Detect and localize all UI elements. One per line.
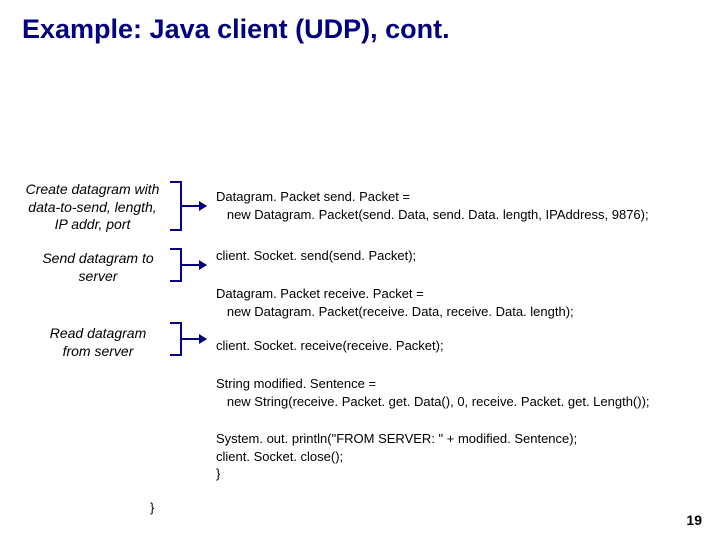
annotation-create-datagram: Create datagram with data-to-send, lengt… bbox=[20, 181, 165, 234]
arrow-right-icon bbox=[182, 338, 206, 340]
code-block-2: client. Socket. send(send. Packet); bbox=[216, 247, 416, 265]
code-block-3: Datagram. Packet receive. Packet = new D… bbox=[216, 285, 574, 320]
annotation-send-datagram: Send datagram to server bbox=[38, 250, 158, 285]
code-block-6: System. out. println("FROM SERVER: " + m… bbox=[216, 430, 577, 483]
slide-title: Example: Java client (UDP), cont. bbox=[0, 0, 720, 45]
page-number: 19 bbox=[686, 512, 702, 528]
bracket-icon bbox=[168, 322, 182, 356]
code-block-1: Datagram. Packet send. Packet = new Data… bbox=[216, 188, 649, 223]
arrow-right-icon bbox=[182, 264, 206, 266]
arrow-right-icon bbox=[182, 205, 206, 207]
bracket-icon bbox=[168, 248, 182, 282]
code-closing-brace: } bbox=[150, 500, 154, 515]
bracket-icon bbox=[168, 181, 182, 231]
code-block-4: client. Socket. receive(receive. Packet)… bbox=[216, 337, 444, 355]
code-block-5: String modified. Sentence = new String(r… bbox=[216, 375, 650, 410]
annotation-read-datagram: Read datagram from server bbox=[38, 325, 158, 360]
